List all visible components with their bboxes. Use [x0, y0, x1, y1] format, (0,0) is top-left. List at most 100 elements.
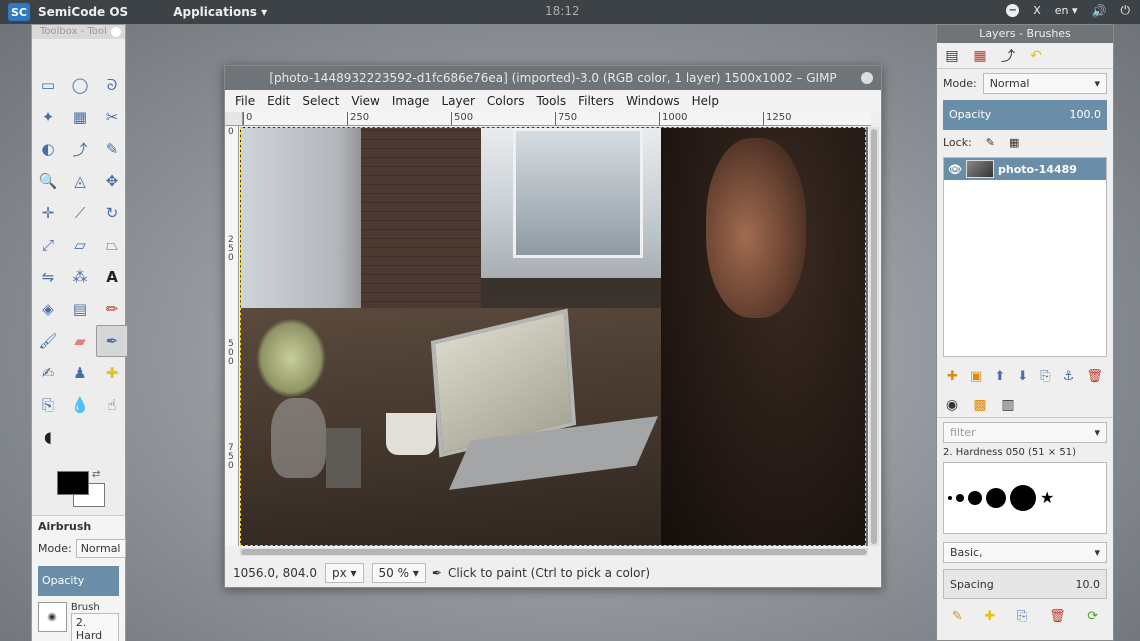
close-icon[interactable]	[111, 27, 121, 37]
align-icon[interactable]: ✛	[32, 197, 64, 229]
visibility-eye-icon[interactable]: 👁	[944, 163, 966, 176]
paths-icon[interactable]: ⤴	[64, 133, 96, 165]
menu-file[interactable]: File	[229, 94, 261, 108]
vertical-ruler[interactable]: 0 250 500 750	[225, 126, 239, 546]
zoom-icon[interactable]: 🔍	[32, 165, 64, 197]
power-icon[interactable]: ⏻	[1121, 3, 1131, 18]
brush-preview[interactable]	[38, 602, 67, 632]
heal-icon[interactable]: ✚	[96, 357, 128, 389]
delete-layer-icon[interactable]: 🗑	[1086, 369, 1103, 384]
menu-select[interactable]: Select	[296, 94, 345, 108]
brush-select[interactable]: 2. Hard	[70, 613, 119, 641]
minus-icon[interactable]: −	[1006, 4, 1020, 17]
text-icon[interactable]: A	[96, 261, 128, 293]
layer-group-icon[interactable]: ▣	[970, 369, 982, 384]
photo-image[interactable]	[240, 127, 866, 546]
channels-tab-icon[interactable]: ▦	[969, 48, 991, 64]
lock-alpha-icon[interactable]: ▦	[1009, 136, 1019, 149]
gradients-tab-icon[interactable]: ▥	[997, 397, 1019, 413]
menu-view[interactable]: View	[345, 94, 385, 108]
move-icon[interactable]: ✥	[96, 165, 128, 197]
blur-icon[interactable]: 💧	[64, 389, 96, 421]
rect-select-icon[interactable]: ▭	[32, 69, 64, 101]
brush-swatch[interactable]: ★	[1040, 490, 1054, 506]
mode-select[interactable]: Normal	[75, 539, 126, 558]
refresh-brushes-icon[interactable]: ⟳	[1087, 609, 1098, 624]
scissors-icon[interactable]: ✂	[96, 101, 128, 133]
edit-brush-icon[interactable]: ✎	[952, 609, 963, 624]
menu-image[interactable]: Image	[386, 94, 436, 108]
brush-grid[interactable]: ★	[943, 462, 1107, 534]
clock[interactable]: 18:12	[545, 4, 580, 18]
language-indicator[interactable]: en ▾	[1055, 4, 1078, 17]
pencil-icon[interactable]: ✏	[96, 293, 128, 325]
brush-swatch[interactable]	[986, 488, 1006, 508]
layer-list[interactable]: 👁 photo-14489	[943, 157, 1107, 357]
image-canvas[interactable]	[240, 127, 868, 546]
undo-tab-icon[interactable]: ↶	[1025, 48, 1047, 64]
bucket-fill-icon[interactable]: ◈	[32, 293, 64, 325]
layer-row[interactable]: 👁 photo-14489	[944, 158, 1106, 180]
swap-colors-icon[interactable]: ⇄	[92, 469, 100, 480]
fuzzy-select-icon[interactable]: ✦	[32, 101, 64, 133]
menu-layer[interactable]: Layer	[435, 94, 480, 108]
shear-icon[interactable]: ▱	[64, 229, 96, 261]
os-logo[interactable]: SC	[8, 3, 30, 21]
delete-brush-icon[interactable]: 🗑	[1049, 609, 1066, 624]
paths-tab-icon[interactable]: ⤴	[997, 46, 1019, 66]
brush-swatch[interactable]	[956, 494, 964, 502]
perspective-clone-icon[interactable]: ⎘	[32, 389, 64, 421]
measure-icon[interactable]: ◬	[64, 165, 96, 197]
layers-tab-icon[interactable]: ▤	[941, 48, 963, 64]
brush-swatch[interactable]	[1010, 485, 1036, 511]
foreground-select-icon[interactable]: ◐	[32, 133, 64, 165]
opacity-slider[interactable]: Opacity	[38, 566, 119, 596]
duplicate-brush-icon[interactable]: ⎘	[1017, 609, 1027, 624]
layer-mode-select[interactable]: Normal ▾	[982, 73, 1107, 94]
menu-tools[interactable]: Tools	[531, 94, 573, 108]
dodge-burn-icon[interactable]: ◖	[32, 421, 64, 453]
horizontal-scrollbar[interactable]	[240, 548, 868, 556]
volume-icon[interactable]: 🔊	[1092, 4, 1107, 18]
menu-colors[interactable]: Colors	[481, 94, 531, 108]
paintbrush-icon[interactable]: 🖌	[32, 325, 64, 357]
cage-icon[interactable]: ⁂	[64, 261, 96, 293]
perspective-icon[interactable]: ⏢	[96, 229, 128, 261]
ellipse-select-icon[interactable]: ◯	[64, 69, 96, 101]
foreground-color[interactable]	[57, 471, 89, 495]
duplicate-layer-icon[interactable]: ⎘	[1040, 369, 1050, 384]
zoom-select[interactable]: 50 % ▾	[371, 563, 426, 583]
vertical-scrollbar[interactable]	[869, 127, 879, 546]
menu-edit[interactable]: Edit	[261, 94, 296, 108]
ruler-corner[interactable]	[225, 112, 243, 126]
new-brush-icon[interactable]: ✚	[984, 609, 995, 624]
brush-filter-input[interactable]: filter ▾	[943, 422, 1107, 443]
menu-windows[interactable]: Windows	[620, 94, 686, 108]
free-select-icon[interactable]: ᘐ	[96, 69, 128, 101]
horizontal-ruler[interactable]: 0 250 500 750 1000 1250	[243, 112, 871, 126]
x-icon[interactable]: X	[1033, 4, 1041, 17]
brush-preset-select[interactable]: Basic, ▾	[943, 542, 1107, 563]
close-icon[interactable]	[861, 72, 873, 84]
eraser-icon[interactable]: ▰	[64, 325, 96, 357]
applications-menu[interactable]: Applications ▾	[173, 5, 267, 19]
brush-swatch[interactable]	[948, 496, 952, 500]
ink-icon[interactable]: ✍	[32, 357, 64, 389]
color-select-icon[interactable]: ▦	[64, 101, 96, 133]
patterns-tab-icon[interactable]: ▩	[969, 397, 991, 413]
raise-layer-icon[interactable]: ⬆	[994, 369, 1005, 384]
airbrush-icon[interactable]: ✒	[96, 325, 128, 357]
layer-name[interactable]: photo-14489	[998, 163, 1077, 176]
anchor-icon[interactable]: ⚓	[1063, 369, 1075, 384]
new-layer-icon[interactable]: ✚	[947, 369, 958, 384]
brush-swatch[interactable]	[968, 491, 982, 505]
flip-icon[interactable]: ⇋	[32, 261, 64, 293]
color-picker-icon[interactable]: ✎	[96, 133, 128, 165]
spacing-slider[interactable]: Spacing 10.0	[943, 569, 1107, 599]
scale-icon[interactable]: ⤢	[32, 229, 64, 261]
menu-help[interactable]: Help	[686, 94, 725, 108]
menu-filters[interactable]: Filters	[572, 94, 620, 108]
rotate-icon[interactable]: ↻	[96, 197, 128, 229]
clone-icon[interactable]: ♟	[64, 357, 96, 389]
brushes-tab-icon[interactable]: ◉	[941, 397, 963, 413]
